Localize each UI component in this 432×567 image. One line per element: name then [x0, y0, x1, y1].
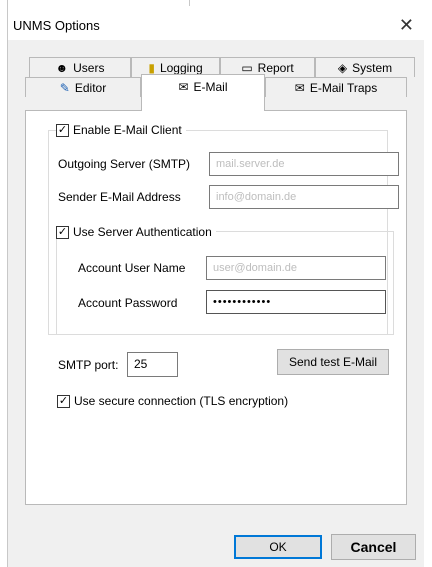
editor-icon: ✎ [59, 80, 70, 95]
tab-email-traps[interactable]: ✉ E-Mail Traps [265, 77, 407, 97]
tab-label: Users [73, 60, 105, 75]
checkbox-icon: ✓ [57, 394, 70, 408]
tab-label: E-Mail [193, 79, 228, 94]
use-auth-checkbox[interactable]: ✓ Use Server Authentication [56, 225, 216, 239]
account-password-label: Account Password [78, 296, 178, 310]
tab-users[interactable]: ☻ Users [29, 57, 131, 77]
background-tick [189, 0, 190, 6]
tab-editor[interactable]: ✎ Editor [25, 77, 141, 97]
tab-system[interactable]: ◈ System [315, 57, 415, 77]
checkbox-label: Enable E-Mail Client [73, 123, 182, 137]
account-password-input[interactable]: •••••••••••• [206, 290, 386, 314]
secure-connection-checkbox[interactable]: ✓ Use secure connection (TLS encryption) [57, 394, 293, 408]
tab-label: E-Mail Traps [309, 80, 378, 95]
dialog-title: UNMS Options [13, 18, 100, 33]
users-icon: ☻ [55, 60, 69, 75]
checkbox-icon: ✓ [56, 123, 69, 137]
authentication-group [56, 231, 394, 335]
account-user-input[interactable]: user@domain.de [206, 256, 386, 280]
tab-email[interactable]: ✉ E-Mail [141, 74, 265, 111]
report-icon: ▭ [241, 60, 253, 75]
logging-icon: ▮ [148, 60, 155, 75]
send-test-email-button[interactable]: Send test E-Mail [277, 349, 389, 375]
options-dialog: UNMS Options ✕ ☻ Users ▮ Logging ▭ Repor… [8, 10, 424, 567]
sender-address-label: Sender E-Mail Address [58, 190, 181, 204]
tab-label: Logging [159, 60, 203, 75]
smtp-port-label: SMTP port: [58, 358, 119, 372]
email-traps-icon: ✉ [294, 80, 305, 95]
title-bar: UNMS Options ✕ [8, 10, 424, 40]
account-user-label: Account User Name [78, 261, 186, 275]
checkbox-label: Use Server Authentication [73, 225, 212, 239]
email-panel: ✓ Enable E-Mail Client Outgoing Server (… [25, 110, 407, 505]
checkbox-label: Use secure connection (TLS encryption) [74, 394, 289, 408]
cancel-button[interactable]: Cancel [331, 534, 416, 560]
close-icon[interactable]: ✕ [399, 14, 414, 36]
email-icon: ✉ [178, 79, 189, 94]
tab-label: Report [257, 60, 294, 75]
tab-label: System [352, 60, 393, 75]
sender-address-input[interactable]: info@domain.de [209, 185, 399, 209]
tab-label: Editor [74, 80, 107, 95]
system-icon: ◈ [337, 60, 348, 75]
outgoing-server-label: Outgoing Server (SMTP) [58, 157, 191, 171]
enable-email-checkbox[interactable]: ✓ Enable E-Mail Client [56, 123, 186, 137]
outgoing-server-input[interactable]: mail.server.de [209, 152, 399, 176]
checkbox-icon: ✓ [56, 225, 69, 239]
ok-button[interactable]: OK [234, 535, 322, 559]
smtp-port-input[interactable]: 25 [127, 352, 178, 377]
